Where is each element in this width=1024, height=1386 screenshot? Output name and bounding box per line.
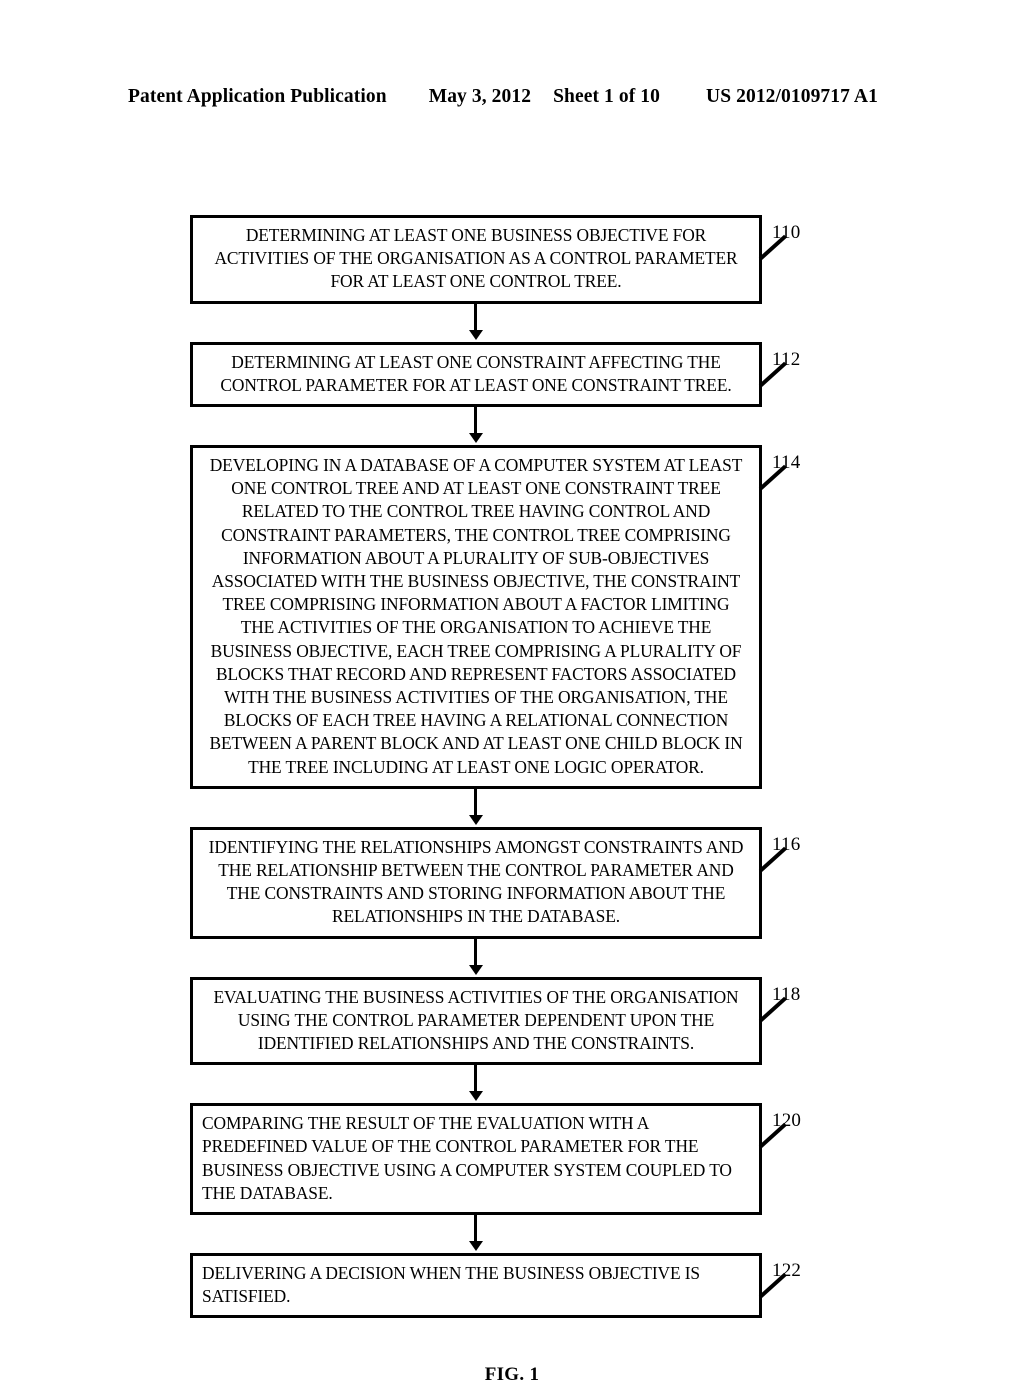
flowchart-step-line: CONTROL PARAMETER FOR AT LEAST ONE CONST… xyxy=(220,374,732,395)
flowchart-step-line: BLOCKS OF EACH TREE HAVING A RELATIONAL … xyxy=(223,710,729,731)
flowchart-step-line: USING THE CONTROL PARAMETER DEPENDENT UP… xyxy=(237,1009,715,1030)
flowchart-step-116: IDENTIFYING THE RELATIONSHIPS AMONGST CO… xyxy=(190,826,762,939)
flowchart-step-line: COMPARING THE RESULT OF THE EVALUATION W… xyxy=(202,1113,650,1134)
flowchart-step-line: INFORMATION ABOUT A PLURALITY OF SUB-OBJ… xyxy=(242,547,710,568)
flowchart-step-122: DELIVERING A DECISION WHEN THE BUSINESS … xyxy=(190,1253,762,1319)
flowchart-step-line: FOR AT LEAST ONE CONTROL TREE. xyxy=(330,271,622,292)
reference-numeral-118: 118 xyxy=(772,983,801,1005)
flowchart-step-line: IDENTIFYING THE RELATIONSHIPS AMONGST CO… xyxy=(208,836,744,857)
flowchart-step-line: DETERMINING AT LEAST ONE BUSINESS OBJECT… xyxy=(245,225,707,245)
flowchart-figure: DETERMINING AT LEAST ONE BUSINESS OBJECT… xyxy=(0,0,1024,1320)
reference-numeral-116: 116 xyxy=(772,833,801,855)
flowchart-step-114: DEVELOPING IN A DATABASE OF A COMPUTER S… xyxy=(190,445,762,789)
flowchart-step-120: COMPARING THE RESULT OF THE EVALUATION W… xyxy=(190,1103,762,1215)
flowchart-connector-arrow xyxy=(468,1065,483,1102)
flowchart-step-line: ASSOCIATED WITH THE BUSINESS OBJECTIVE, … xyxy=(211,571,741,592)
flowchart-step-line: THE CONSTRAINTS AND STORING INFORMATION … xyxy=(226,883,726,904)
flowchart-step-line: BLOCKS THAT RECORD AND REPRESENT FACTORS… xyxy=(216,663,736,684)
flowchart-step-line: THE DATABASE. xyxy=(202,1182,333,1203)
flowchart-step-line: CONSTRAINT PARAMETERS, THE CONTROL TREE … xyxy=(221,524,731,545)
flowchart-step-110: DETERMINING AT LEAST ONE BUSINESS OBJECT… xyxy=(190,215,762,304)
flowchart-step-line: WITH THE BUSINESS ACTIVITIES OF THE ORGA… xyxy=(224,687,728,708)
figure-caption: FIG. 1 xyxy=(484,1364,540,1386)
flowchart-step-line: TREE COMPRISING INFORMATION ABOUT A FACT… xyxy=(222,594,730,615)
flowchart-step-line: EVALUATING THE BUSINESS ACTIVITIES OF TH… xyxy=(213,986,739,1007)
flowchart-connector-arrow xyxy=(468,1215,483,1251)
reference-numeral-110: 110 xyxy=(772,222,801,243)
flowchart-step-line: THE TREE INCLUDING AT LEAST ONE LOGIC OP… xyxy=(248,756,704,777)
flowchart-step-line: DETERMINING AT LEAST ONE CONSTRAINT AFFE… xyxy=(231,351,721,372)
flowchart-step-line: BUSINESS OBJECTIVE, EACH TREE COMPRISING… xyxy=(210,640,742,661)
flowchart-step-line: IDENTIFIED RELATIONSHIPS AND THE CONSTRA… xyxy=(257,1033,695,1053)
flowchart-step-line: RELATED TO THE CONTROL TREE HAVING CONTR… xyxy=(241,501,711,522)
flowchart-step-line: THE ACTIVITIES OF THE ORGANISATION TO AC… xyxy=(240,617,712,638)
reference-numeral-122: 122 xyxy=(772,1260,802,1281)
flowchart-step-line: THE RELATIONSHIP BETWEEN THE CONTROL PAR… xyxy=(218,860,734,880)
flowchart-step-118: EVALUATING THE BUSINESS ACTIVITIES OF TH… xyxy=(190,976,762,1066)
reference-numeral-112: 112 xyxy=(772,348,801,370)
flowchart-step-line: ACTIVITIES OF THE ORGANISATION AS A CONT… xyxy=(214,248,738,269)
flowchart-connector-arrow xyxy=(468,938,483,975)
flowchart-step-112: DETERMINING AT LEAST ONE CONSTRAINT AFFE… xyxy=(190,341,762,407)
flowchart-connector-arrow xyxy=(468,407,483,443)
flowchart-step-line: RELATIONSHIPS IN THE DATABASE. xyxy=(331,906,621,927)
flowchart-step-line: PREDEFINED VALUE OF THE CONTROL PARAMETE… xyxy=(202,1136,699,1157)
flowchart-step-line: BUSINESS OBJECTIVE USING A COMPUTER SYST… xyxy=(202,1159,732,1180)
flowchart-step-line: ONE CONTROL TREE AND AT LEAST ONE CONSTR… xyxy=(231,478,721,499)
flowchart-connector-arrow xyxy=(468,788,483,825)
flowchart-connector-arrow xyxy=(468,303,483,340)
reference-numeral-120: 120 xyxy=(772,1110,802,1132)
flowchart-step-line: SATISFIED. xyxy=(202,1286,291,1307)
flowchart-step-line: BETWEEN A PARENT BLOCK AND AT LEAST ONE … xyxy=(209,733,743,754)
flowchart-step-line: DEVELOPING IN A DATABASE OF A COMPUTER S… xyxy=(209,455,743,475)
flowchart-step-line: DELIVERING A DECISION WHEN THE BUSINESS … xyxy=(202,1263,700,1283)
reference-numeral-114: 114 xyxy=(772,452,801,473)
